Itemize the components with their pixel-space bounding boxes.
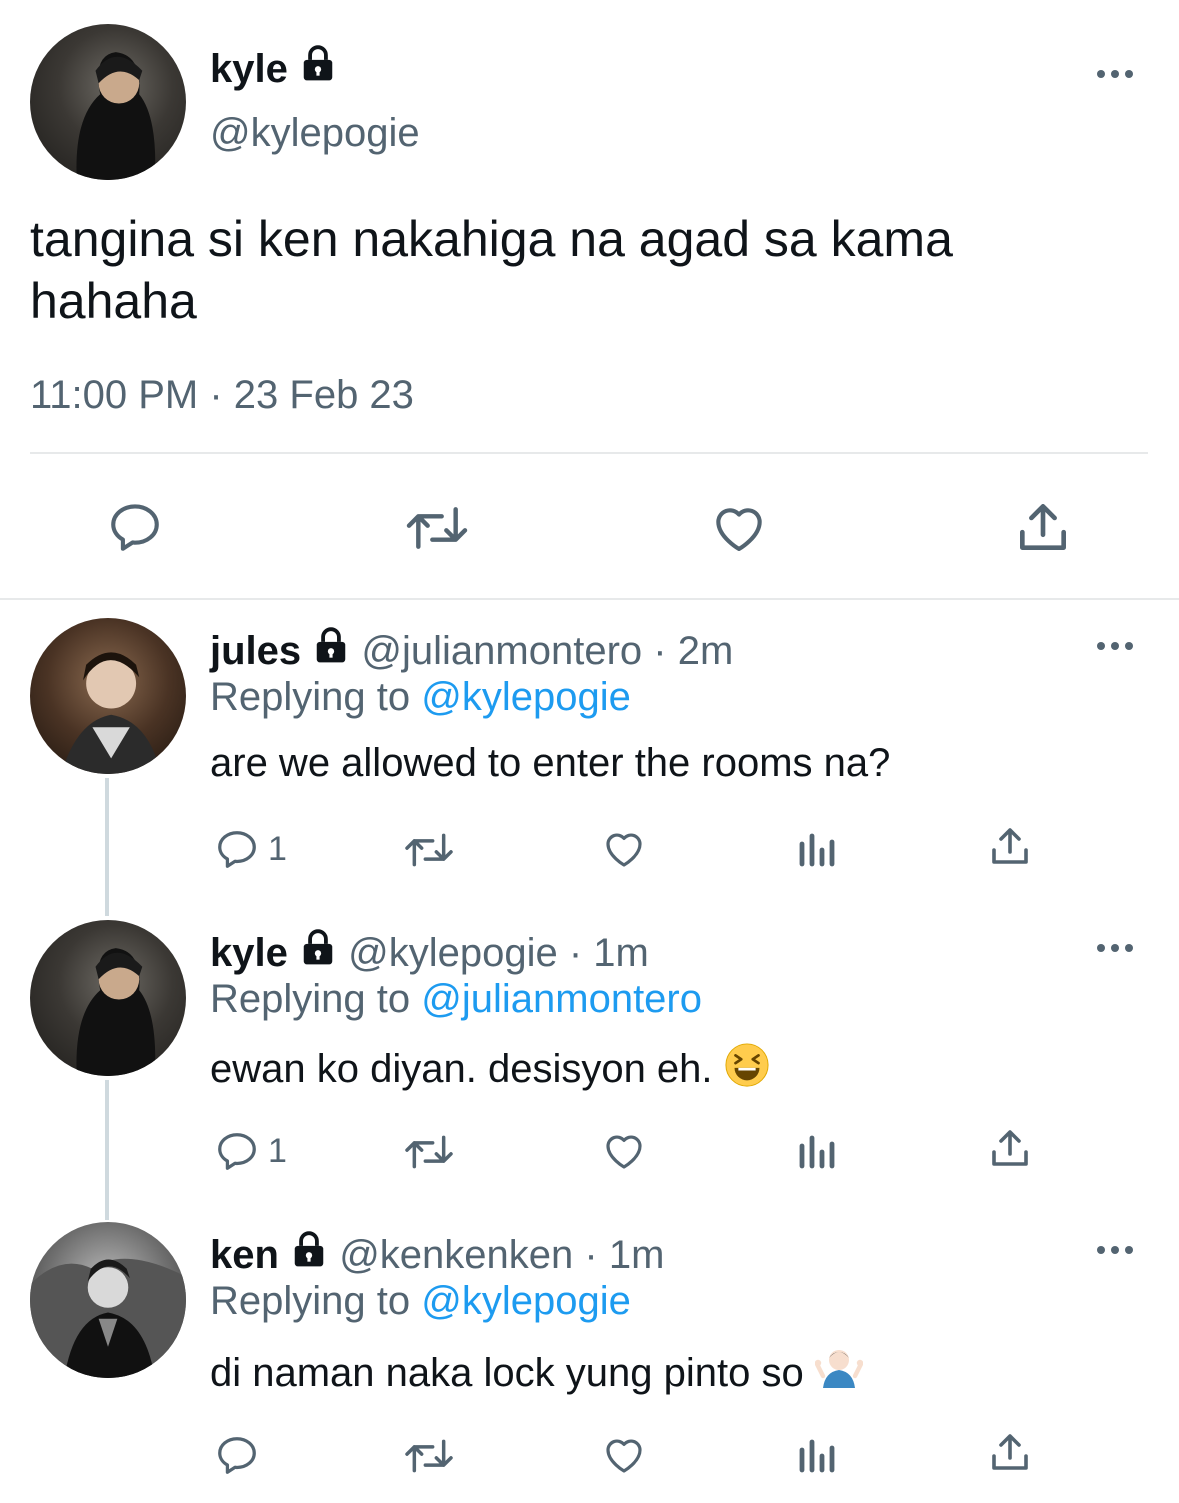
lock-icon bbox=[303, 929, 333, 965]
like-icon bbox=[606, 1439, 642, 1473]
replying-to-link[interactable]: @kylepogie bbox=[421, 675, 631, 719]
retweet-button[interactable] bbox=[402, 828, 456, 872]
replying-to-link[interactable]: @julianmontero bbox=[421, 977, 702, 1021]
avatar-kyle[interactable] bbox=[30, 920, 186, 1076]
reply-icon bbox=[218, 831, 256, 868]
share-button[interactable] bbox=[986, 1124, 1034, 1172]
retweet-button[interactable] bbox=[404, 500, 470, 556]
reply-icon bbox=[218, 1437, 256, 1474]
like-icon bbox=[716, 508, 762, 552]
retweet-icon bbox=[405, 833, 453, 867]
reply-time[interactable]: · 1m bbox=[569, 931, 649, 975]
like-button[interactable] bbox=[600, 1430, 648, 1478]
like-button[interactable] bbox=[600, 1126, 648, 1174]
display-name[interactable]: jules bbox=[210, 629, 301, 673]
replying-label: Replying to bbox=[210, 675, 411, 719]
analytics-icon bbox=[799, 1135, 835, 1169]
divider bbox=[30, 452, 1148, 454]
lock-icon bbox=[317, 627, 346, 663]
reply-button[interactable] bbox=[214, 1432, 260, 1478]
thread-line bbox=[105, 1080, 109, 1220]
handle[interactable]: @kenkenken bbox=[339, 1233, 573, 1277]
more-icon[interactable] bbox=[1095, 638, 1135, 654]
share-icon bbox=[992, 828, 1028, 864]
tweet-timestamp[interactable]: 11:00 PM · 23 Feb 23 bbox=[30, 372, 414, 418]
analytics-button[interactable] bbox=[796, 1434, 836, 1474]
share-button[interactable] bbox=[1012, 496, 1074, 558]
handle[interactable]: @julianmontero bbox=[361, 629, 642, 673]
retweet-icon bbox=[405, 1439, 453, 1473]
reply-count: 1 bbox=[268, 1131, 287, 1170]
display-name[interactable]: ken bbox=[210, 1233, 279, 1277]
more-icon[interactable] bbox=[1095, 66, 1135, 82]
handle[interactable]: @kylepogie bbox=[210, 110, 420, 156]
analytics-icon bbox=[799, 833, 835, 867]
avatar-ken[interactable] bbox=[30, 1222, 186, 1378]
retweet-button[interactable] bbox=[402, 1130, 456, 1174]
share-button[interactable] bbox=[986, 822, 1034, 870]
tweet-text: tangina si ken nakahiga na agad sa kama … bbox=[30, 211, 953, 329]
reply-time[interactable]: · 1m bbox=[584, 1233, 664, 1277]
share-icon bbox=[1020, 504, 1066, 550]
replying-to-link[interactable]: @kylepogie bbox=[421, 1279, 631, 1323]
reply-button[interactable]: 1 bbox=[214, 826, 287, 872]
retweet-icon bbox=[406, 507, 468, 549]
more-icon[interactable] bbox=[1095, 940, 1135, 956]
retweet-button[interactable] bbox=[402, 1434, 456, 1478]
thread-line bbox=[105, 778, 109, 916]
retweet-icon bbox=[405, 1135, 453, 1169]
divider bbox=[0, 598, 1179, 600]
display-name[interactable]: kyle bbox=[210, 931, 288, 975]
reply-time[interactable]: · 2m bbox=[653, 629, 733, 673]
reply-button[interactable]: 1 bbox=[214, 1128, 287, 1174]
analytics-icon bbox=[799, 1439, 835, 1473]
more-icon[interactable] bbox=[1095, 1242, 1135, 1258]
reply-icon bbox=[218, 1133, 256, 1170]
display-name[interactable]: kyle bbox=[210, 47, 288, 91]
reply-text: are we allowed to enter the rooms na? bbox=[210, 741, 891, 785]
analytics-button[interactable] bbox=[796, 1130, 836, 1170]
reply-text: ewan ko diyan. desisyon eh. bbox=[210, 1047, 713, 1091]
replying-label: Replying to bbox=[210, 977, 411, 1021]
like-button[interactable] bbox=[600, 824, 648, 872]
share-button[interactable] bbox=[986, 1428, 1034, 1476]
handle[interactable]: @kylepogie bbox=[348, 931, 558, 975]
avatar-jules[interactable] bbox=[30, 618, 186, 774]
like-icon bbox=[606, 833, 642, 867]
reply-icon bbox=[111, 504, 159, 551]
reply-count: 1 bbox=[268, 829, 287, 868]
lock-icon bbox=[303, 45, 333, 81]
laughing-emoji bbox=[724, 1042, 770, 1098]
replying-label: Replying to bbox=[210, 1279, 411, 1323]
share-icon bbox=[992, 1130, 1028, 1166]
shrug-emoji bbox=[814, 1344, 864, 1402]
reply-text: di naman naka lock yung pinto so bbox=[210, 1351, 804, 1395]
lock-icon bbox=[294, 1231, 324, 1267]
avatar-kyle[interactable] bbox=[30, 24, 186, 180]
like-button[interactable] bbox=[708, 496, 770, 558]
analytics-button[interactable] bbox=[796, 828, 836, 868]
share-icon bbox=[992, 1434, 1028, 1470]
like-icon bbox=[606, 1135, 642, 1169]
reply-button[interactable] bbox=[106, 498, 164, 556]
